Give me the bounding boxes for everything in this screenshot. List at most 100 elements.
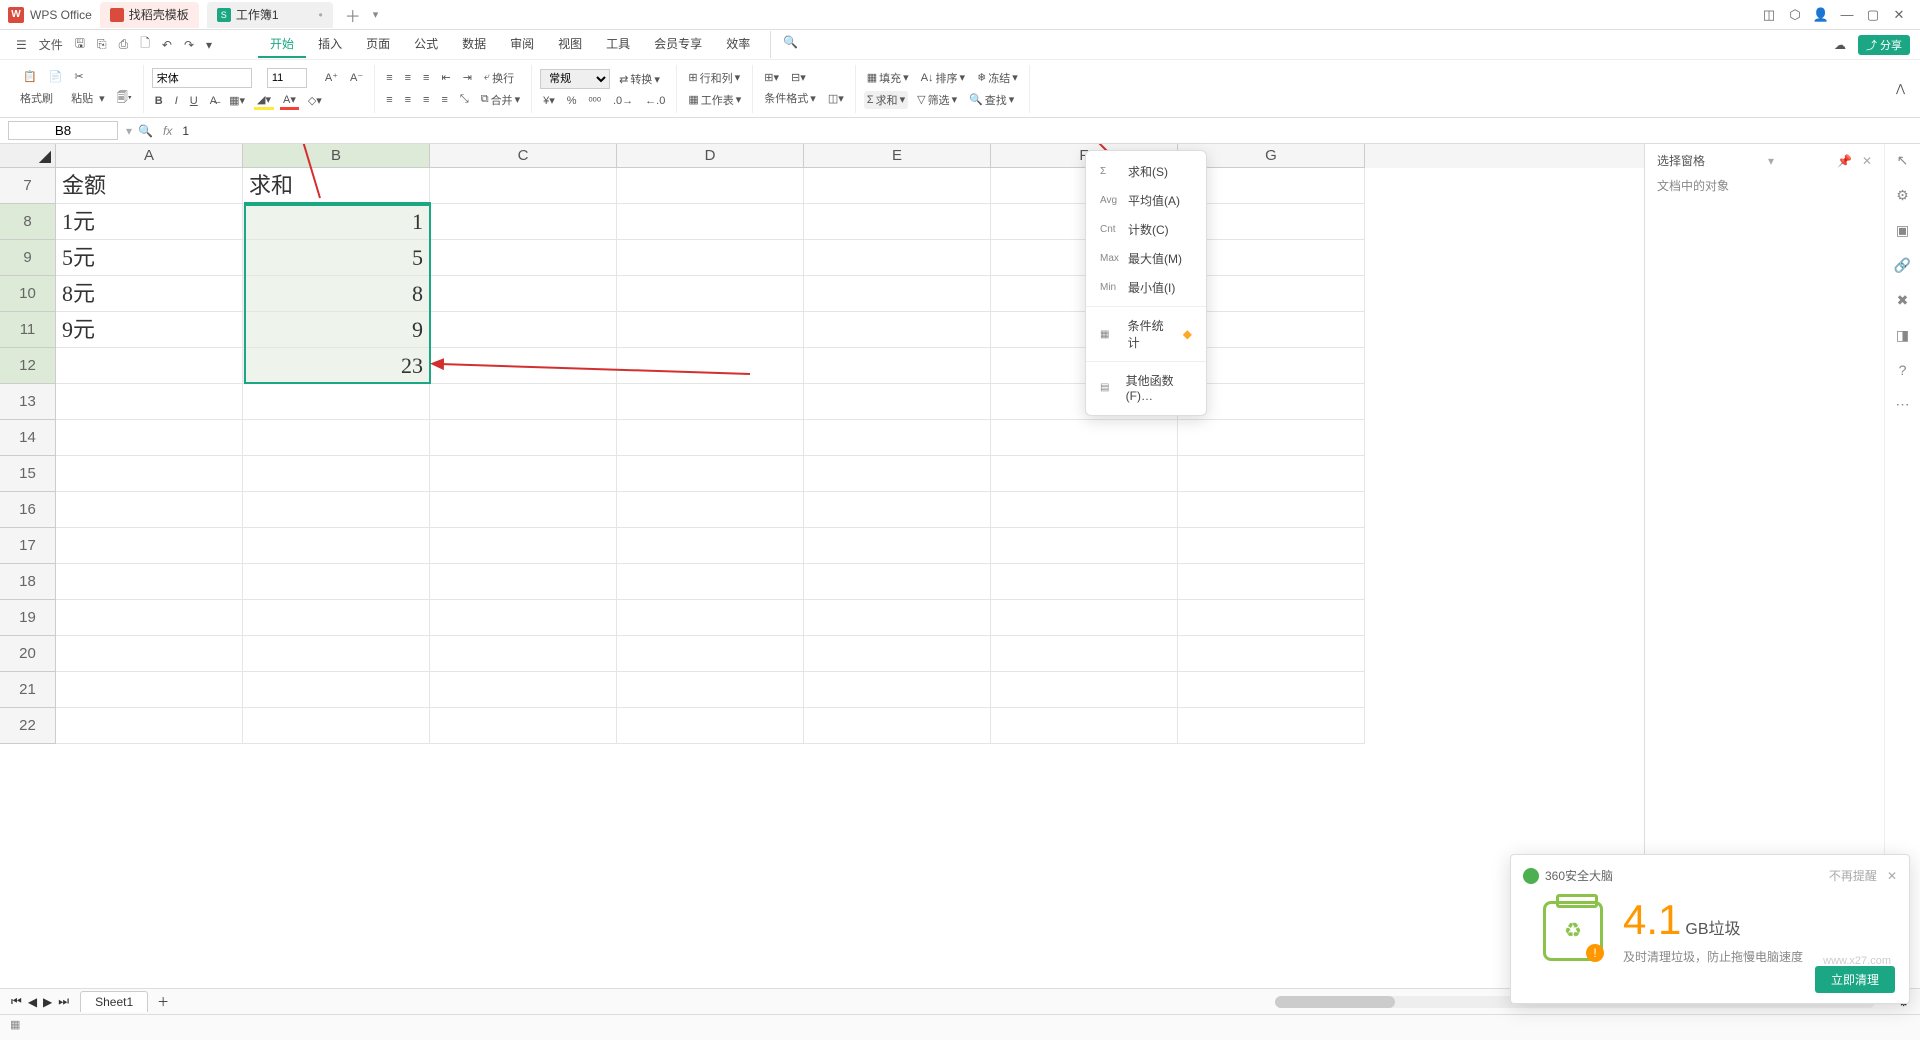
col-header[interactable]: A — [56, 144, 243, 168]
settings-icon[interactable]: ⚙ — [1896, 187, 1909, 204]
cell[interactable] — [1178, 672, 1365, 708]
next-sheet-icon[interactable]: ▶ — [40, 994, 55, 1010]
cell[interactable] — [804, 708, 991, 744]
export-icon[interactable]: ⎘ — [91, 37, 113, 52]
first-sheet-icon[interactable]: ⏮ — [8, 993, 25, 1010]
cell[interactable] — [617, 240, 804, 276]
cell[interactable] — [1178, 492, 1365, 528]
dd-max[interactable]: Max最大值(M) — [1086, 244, 1206, 273]
cut-icon[interactable]: ✂ — [71, 69, 86, 84]
cell[interactable] — [56, 600, 243, 636]
cell[interactable] — [430, 492, 617, 528]
cell[interactable] — [617, 600, 804, 636]
last-sheet-icon[interactable]: ⏭ — [55, 993, 72, 1010]
cell[interactable] — [617, 528, 804, 564]
cell[interactable] — [1178, 564, 1365, 600]
row-header[interactable]: 9 — [0, 240, 56, 276]
cell[interactable] — [1178, 420, 1365, 456]
cell[interactable] — [430, 420, 617, 456]
tab-view[interactable]: 视图 — [546, 31, 594, 58]
file-menu[interactable]: 文件 — [33, 36, 69, 53]
cell[interactable] — [991, 708, 1178, 744]
fx-icon[interactable]: 🔍 — [138, 124, 153, 138]
fill-button[interactable]: ▦填充▾ — [864, 69, 912, 87]
align-center-icon[interactable]: ≡ — [402, 93, 414, 107]
freeze-button[interactable]: ❄冻结▾ — [974, 69, 1021, 87]
tab-member[interactable]: 会员专享 — [642, 31, 714, 58]
strike-icon[interactable]: A̶ — [207, 94, 220, 108]
cube-icon[interactable]: ⬡ — [1782, 7, 1808, 23]
cell[interactable] — [243, 420, 430, 456]
tab-insert[interactable]: 插入 — [306, 31, 354, 58]
cell[interactable] — [804, 240, 991, 276]
row-header[interactable]: 11 — [0, 312, 56, 348]
cell[interactable] — [243, 636, 430, 672]
cell[interactable] — [804, 276, 991, 312]
tab-menu-button[interactable]: ▾ — [373, 8, 379, 21]
popup-dismiss[interactable]: 不再提醒 — [1829, 867, 1877, 884]
align-bot-icon[interactable]: ≡ — [420, 71, 432, 85]
cell[interactable] — [804, 312, 991, 348]
cell[interactable]: 8 — [243, 276, 430, 312]
cell[interactable] — [243, 564, 430, 600]
cell[interactable] — [430, 600, 617, 636]
cell[interactable] — [1178, 528, 1365, 564]
row-header[interactable]: 21 — [0, 672, 56, 708]
fx-label[interactable]: fx — [163, 124, 172, 138]
dec-dec-icon[interactable]: ←.0 — [642, 94, 668, 108]
cell[interactable] — [804, 420, 991, 456]
filter-button[interactable]: ▽筛选▾ — [914, 91, 960, 109]
maximize-button[interactable]: ▢ — [1860, 7, 1886, 23]
cell[interactable]: 23 — [243, 348, 430, 384]
rowcol-button[interactable]: ⊞行和列▾ — [685, 69, 743, 87]
panel-icon[interactable]: ◨ — [1896, 327, 1909, 344]
cell[interactable] — [804, 672, 991, 708]
cell[interactable] — [617, 672, 804, 708]
tab-formula[interactable]: 公式 — [402, 31, 450, 58]
currency-icon[interactable]: ¥▾ — [540, 93, 558, 108]
tools-icon[interactable]: ✖ — [1897, 292, 1909, 309]
cell[interactable] — [617, 204, 804, 240]
cell[interactable] — [1178, 456, 1365, 492]
cell[interactable] — [430, 528, 617, 564]
cell[interactable] — [56, 708, 243, 744]
tab-data[interactable]: 数据 — [450, 31, 498, 58]
cell[interactable]: 1元 — [56, 204, 243, 240]
dd-cond-stat[interactable]: ▦条件统计◆ — [1086, 311, 1206, 357]
cell[interactable] — [56, 636, 243, 672]
dd-min[interactable]: Min最小值(I) — [1086, 273, 1206, 302]
link-icon[interactable]: 🔗 — [1894, 257, 1911, 274]
col-header[interactable]: E — [804, 144, 991, 168]
tab-efficiency[interactable]: 效率 — [714, 31, 762, 58]
underline-icon[interactable]: U — [187, 94, 201, 108]
cell[interactable] — [243, 672, 430, 708]
cell[interactable] — [56, 348, 243, 384]
cell[interactable] — [56, 492, 243, 528]
save-icon[interactable]: 🖫 — [69, 34, 91, 55]
cell[interactable] — [430, 168, 617, 204]
bold-icon[interactable]: B — [152, 94, 166, 108]
popup-close-icon[interactable]: ✕ — [1887, 869, 1897, 883]
tab-start[interactable]: 开始 — [258, 31, 306, 58]
merge-button[interactable]: ⧉合并▾ — [478, 91, 523, 109]
number-format-select[interactable]: 常规 — [540, 69, 610, 89]
row-header[interactable]: 19 — [0, 600, 56, 636]
row-header[interactable]: 15 — [0, 456, 56, 492]
dd-sum[interactable]: Σ求和(S) — [1086, 157, 1206, 186]
popup-clean-button[interactable]: 立即清理 — [1815, 966, 1895, 993]
prev-sheet-icon[interactable]: ◀ — [25, 994, 40, 1010]
cell[interactable] — [430, 636, 617, 672]
cell[interactable]: 5 — [243, 240, 430, 276]
undo-icon[interactable]: ↶ — [156, 38, 178, 52]
row-header[interactable]: 12 — [0, 348, 56, 384]
paste-button[interactable]: 📄 — [46, 69, 66, 84]
col-header[interactable]: D — [617, 144, 804, 168]
cloud-icon[interactable]: ☁ — [1828, 38, 1852, 52]
sum-button[interactable]: Σ 求和 ▾ — [864, 91, 908, 109]
tab-workbook[interactable]: S 工作簿1 • — [207, 2, 333, 28]
pin-icon[interactable]: 📌 — [1837, 154, 1852, 168]
cell[interactable] — [804, 492, 991, 528]
cell[interactable] — [991, 528, 1178, 564]
row-header[interactable]: 13 — [0, 384, 56, 420]
cell[interactable]: 9元 — [56, 312, 243, 348]
